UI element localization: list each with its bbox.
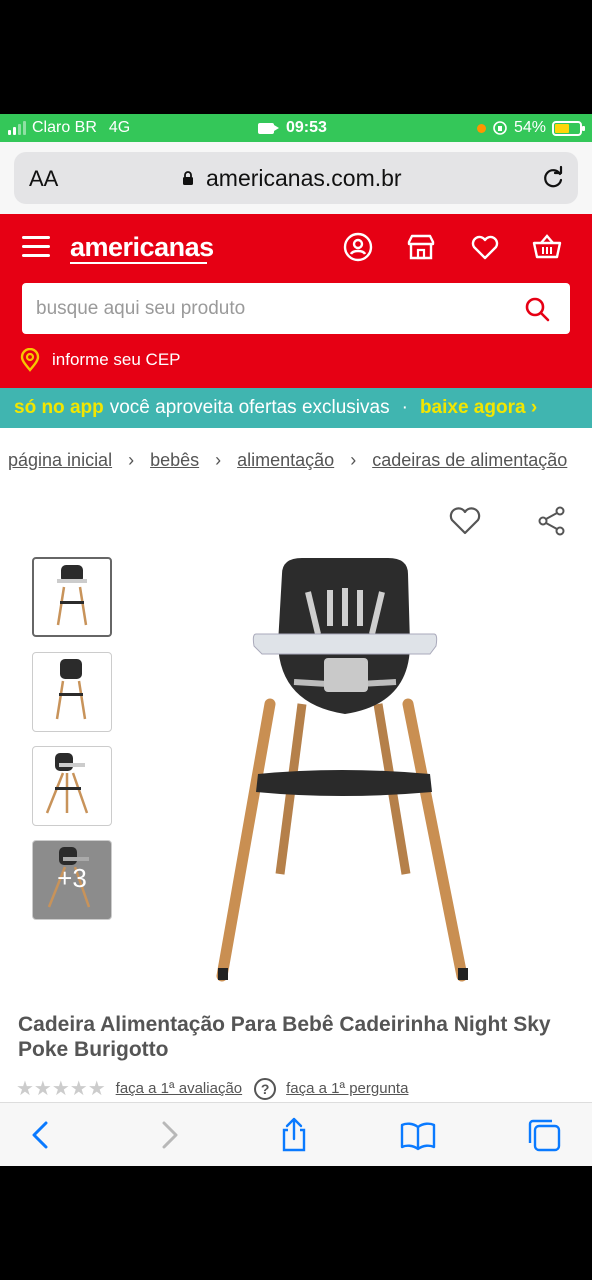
carrier-label: Claro BR xyxy=(32,119,97,136)
thumbnail-3[interactable] xyxy=(32,746,112,826)
chair-thumbnail-image xyxy=(56,565,88,626)
breadcrumb-cadeiras[interactable]: cadeiras de alimentação xyxy=(372,450,567,471)
breadcrumb: página inicial › bebês › alimentação › c… xyxy=(8,450,567,471)
product-main-image[interactable] xyxy=(210,554,480,984)
favorite-heart-icon[interactable] xyxy=(448,504,482,536)
status-bar: Claro BR 4G 09:53 54% xyxy=(0,114,592,142)
breadcrumb-bebes[interactable]: bebês xyxy=(150,450,199,471)
battery-percent: 54% xyxy=(513,119,546,136)
browser-address-area: AA americanas.com.br xyxy=(0,142,592,214)
recording-indicator-icon xyxy=(476,123,486,133)
share-sheet-icon[interactable] xyxy=(276,1117,312,1153)
favorites-icon[interactable] xyxy=(469,231,501,263)
battery-icon xyxy=(552,120,585,136)
signal-icon xyxy=(8,121,26,135)
cart-basket-icon[interactable] xyxy=(531,231,563,263)
search-input[interactable] xyxy=(36,295,506,323)
logo[interactable]: americanas xyxy=(70,232,214,263)
promo-highlight: só no app xyxy=(14,397,104,418)
thumbnail-1[interactable] xyxy=(32,557,112,637)
search-icon[interactable] xyxy=(524,296,550,322)
chair-thumbnail-image xyxy=(55,659,87,720)
rating-row: ★★★★★ faça a 1ª avaliação ? faça a 1ª pe… xyxy=(16,1076,408,1101)
search-box xyxy=(22,283,570,334)
forward-icon[interactable] xyxy=(150,1117,186,1153)
chair-thumbnail-image xyxy=(45,753,89,814)
more-images-count: +3 xyxy=(57,863,87,893)
breadcrumb-alimentacao[interactable]: alimentação xyxy=(237,450,334,471)
account-icon[interactable] xyxy=(342,231,374,263)
thumbnail-more[interactable]: +3 xyxy=(32,840,112,920)
text-size-button[interactable]: AA xyxy=(29,166,58,192)
menu-icon[interactable] xyxy=(22,236,50,260)
review-link[interactable]: faça a 1ª avaliação xyxy=(116,1080,242,1097)
lock-icon xyxy=(183,171,193,185)
url-text[interactable]: americanas.com.br xyxy=(206,165,402,192)
tabs-icon[interactable] xyxy=(526,1117,562,1153)
reload-icon[interactable] xyxy=(540,165,566,191)
breadcrumb-separator: › xyxy=(215,450,222,470)
site-header: americanas informe seu CEP xyxy=(0,214,592,388)
bookmarks-icon[interactable] xyxy=(400,1117,436,1153)
thumbnail-2[interactable] xyxy=(32,652,112,732)
mobile-screen: Claro BR 4G 09:53 54% AA americanas.com.… xyxy=(0,114,592,1166)
question-link[interactable]: faça a 1ª pergunta xyxy=(286,1080,408,1097)
browser-toolbar xyxy=(0,1102,592,1166)
store-icon[interactable] xyxy=(405,231,437,263)
location-pin-icon xyxy=(20,348,40,372)
orientation-lock-icon xyxy=(493,121,507,135)
question-icon: ? xyxy=(254,1077,277,1100)
address-bar[interactable]: AA americanas.com.br xyxy=(14,152,578,204)
promo-text: você aproveita ofertas exclusivas xyxy=(109,397,390,418)
breadcrumb-separator: › xyxy=(128,450,135,470)
promo-cta[interactable]: baixe agora › xyxy=(420,397,537,419)
network-label: 4G xyxy=(108,119,131,136)
share-icon[interactable] xyxy=(538,506,566,536)
breadcrumb-separator: › xyxy=(350,450,357,470)
promo-dot: · xyxy=(401,397,408,418)
rating-stars: ★★★★★ xyxy=(16,1078,106,1100)
breadcrumb-home[interactable]: página inicial xyxy=(8,450,112,471)
cep-link[interactable]: informe seu CEP xyxy=(20,348,181,372)
clock: 09:53 xyxy=(286,119,327,136)
logo-underline xyxy=(70,262,207,264)
app-promo-banner[interactable]: só no app você aproveita ofertas exclusi… xyxy=(0,388,592,428)
cep-label: informe seu CEP xyxy=(52,350,181,369)
camera-icon xyxy=(258,122,279,134)
back-icon[interactable] xyxy=(24,1117,60,1153)
product-title: Cadeira Alimentação Para Bebê Cadeirinha… xyxy=(18,1013,551,1061)
text-size-label: AA xyxy=(29,166,59,191)
